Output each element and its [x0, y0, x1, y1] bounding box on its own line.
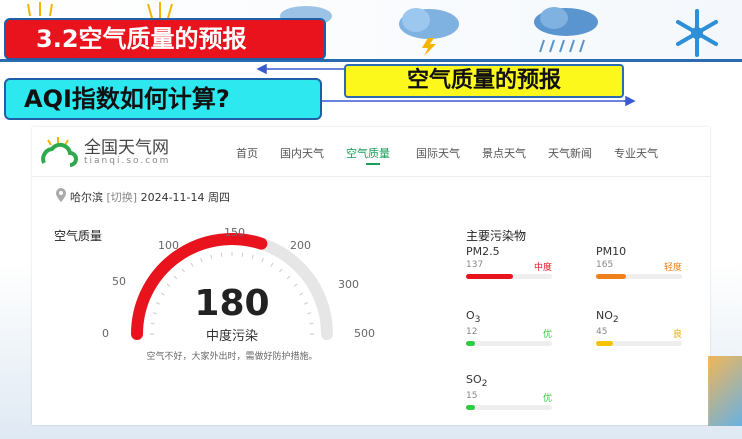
- gauge-minor-tick: [156, 302, 161, 305]
- gauge-minor-tick: [293, 283, 298, 287]
- gauge-minor-tick: [303, 302, 308, 305]
- pollutant-value: 15: [466, 391, 478, 402]
- gauge-minor-tick: [181, 268, 185, 273]
- pollutant-name: PM2.5: [466, 245, 500, 258]
- switch-city-link[interactable]: [切换]: [107, 191, 138, 204]
- pollutant-bar-fill: [596, 341, 614, 347]
- gauge-minor-tick: [200, 258, 203, 263]
- nav-home[interactable]: 首页: [236, 145, 258, 161]
- nav-active-underline: [366, 163, 380, 165]
- weekday: 周四: [208, 191, 231, 204]
- gauge-tick-label: 300: [338, 278, 359, 291]
- pollutant-subscript: 2: [612, 314, 619, 326]
- gauge-minor-tick: [261, 258, 264, 263]
- pollutant-name: SO: [466, 373, 482, 386]
- pollutant-so2: SO2 15 优: [466, 373, 552, 411]
- nav-scenic-weather[interactable]: 景点天气: [482, 145, 526, 161]
- pollutant-no2: NO2 45 良: [596, 309, 682, 347]
- pollutant-bar: [596, 274, 682, 279]
- pollutant-level: 中度: [533, 263, 552, 273]
- pollutant-pm25: PM2.5 137 中度: [466, 245, 552, 279]
- aqi-advice: 空气不好，大家外出时，需做好防护措施。: [146, 352, 318, 362]
- gauge-tick-label: 0: [102, 327, 109, 340]
- pollutant-bar: [596, 341, 682, 347]
- logo-icon: [41, 137, 78, 167]
- gauge-minor-tick: [299, 292, 304, 296]
- gauge-minor-tick: [286, 275, 291, 280]
- site-navbar: 全国天气网 tianqi.so.com 首页 国内天气 空气质量 国际天气 景点…: [32, 127, 710, 177]
- pollutant-bar-fill: [596, 274, 627, 279]
- pollutant-level: 轻度: [663, 263, 682, 273]
- pollutant-name: NO: [596, 309, 613, 322]
- gauge-minor-tick: [210, 254, 213, 259]
- gauge-minor-tick: [220, 252, 223, 257]
- gauge-minor-tick: [307, 312, 312, 315]
- pollutant-subscript: 2: [481, 378, 488, 390]
- gauge-minor-tick: [270, 262, 274, 267]
- decorative-image-edge: [708, 356, 742, 426]
- gauge-minor-tick: [173, 275, 178, 280]
- location-pin-icon: [56, 188, 66, 202]
- pollutant-bar: [466, 274, 552, 279]
- gauge-minor-tick: [160, 292, 165, 296]
- pollutant-value: 45: [596, 327, 608, 338]
- pollutant-value: 12: [466, 327, 478, 338]
- pollutant-bar-fill: [466, 405, 475, 411]
- nav-professional-weather[interactable]: 专业天气: [614, 145, 658, 161]
- pollutant-level: 良: [672, 330, 682, 341]
- pollutant-name: O: [466, 309, 475, 322]
- pollutant-name: PM10: [596, 245, 627, 258]
- gauge-minor-tick: [150, 322, 155, 325]
- aqi-level: 中度污染: [205, 329, 258, 344]
- nav-domestic-weather[interactable]: 国内天气: [280, 145, 324, 161]
- site-logo-domain: tianqi.so.com: [84, 156, 171, 166]
- gauge-tick-label: 200: [290, 239, 311, 252]
- nav-weather-news[interactable]: 天气新闻: [548, 145, 592, 161]
- gauge-minor-tick: [279, 268, 283, 273]
- location-bar: 哈尔滨 [切换] 2024-11-14 周四: [70, 189, 230, 205]
- gauge-minor-tick: [152, 312, 157, 315]
- gauge-minor-tick: [241, 252, 244, 257]
- pollutant-bar: [466, 405, 552, 411]
- gauge-tick-label: 150: [224, 226, 245, 239]
- pollutant-level: 优: [542, 394, 552, 405]
- pollutants-title: 主要污染物: [466, 229, 527, 243]
- city-name: 哈尔滨: [70, 191, 103, 204]
- screenshot-panel: 全国天气网 tianqi.so.com 首页 国内天气 空气质量 国际天气 景点…: [32, 127, 710, 425]
- connector-arrows: [256, 63, 636, 107]
- gauge-tick-label: 500: [354, 327, 375, 340]
- pollutant-subscript: 3: [474, 314, 481, 326]
- pollutant-pm10: PM10 165 轻度: [596, 245, 682, 279]
- date: 2024-11-14: [140, 191, 205, 204]
- aqi-value: 180: [194, 283, 270, 324]
- gauge-tick-label: 100: [158, 239, 179, 252]
- pollutant-value: 137: [466, 260, 484, 270]
- gauge-minor-tick: [309, 322, 314, 325]
- gauge-minor-tick: [190, 262, 194, 267]
- gauge-minor-tick: [166, 283, 171, 287]
- gauge-tick-label: 50: [112, 275, 126, 288]
- nav-air-quality[interactable]: 空气质量: [346, 145, 390, 161]
- pollutant-bar: [466, 341, 552, 347]
- pollutant-value: 165: [596, 260, 614, 270]
- pollutant-o3: O3 12 优: [466, 309, 552, 347]
- gauge-minor-tick: [251, 254, 254, 259]
- pollutant-bar-fill: [466, 341, 475, 347]
- site-logo-name[interactable]: 全国天气网: [84, 133, 169, 158]
- nav-international-weather[interactable]: 国际天气: [416, 145, 460, 161]
- pollutant-bar-fill: [466, 274, 514, 279]
- pollutant-level: 优: [542, 330, 552, 341]
